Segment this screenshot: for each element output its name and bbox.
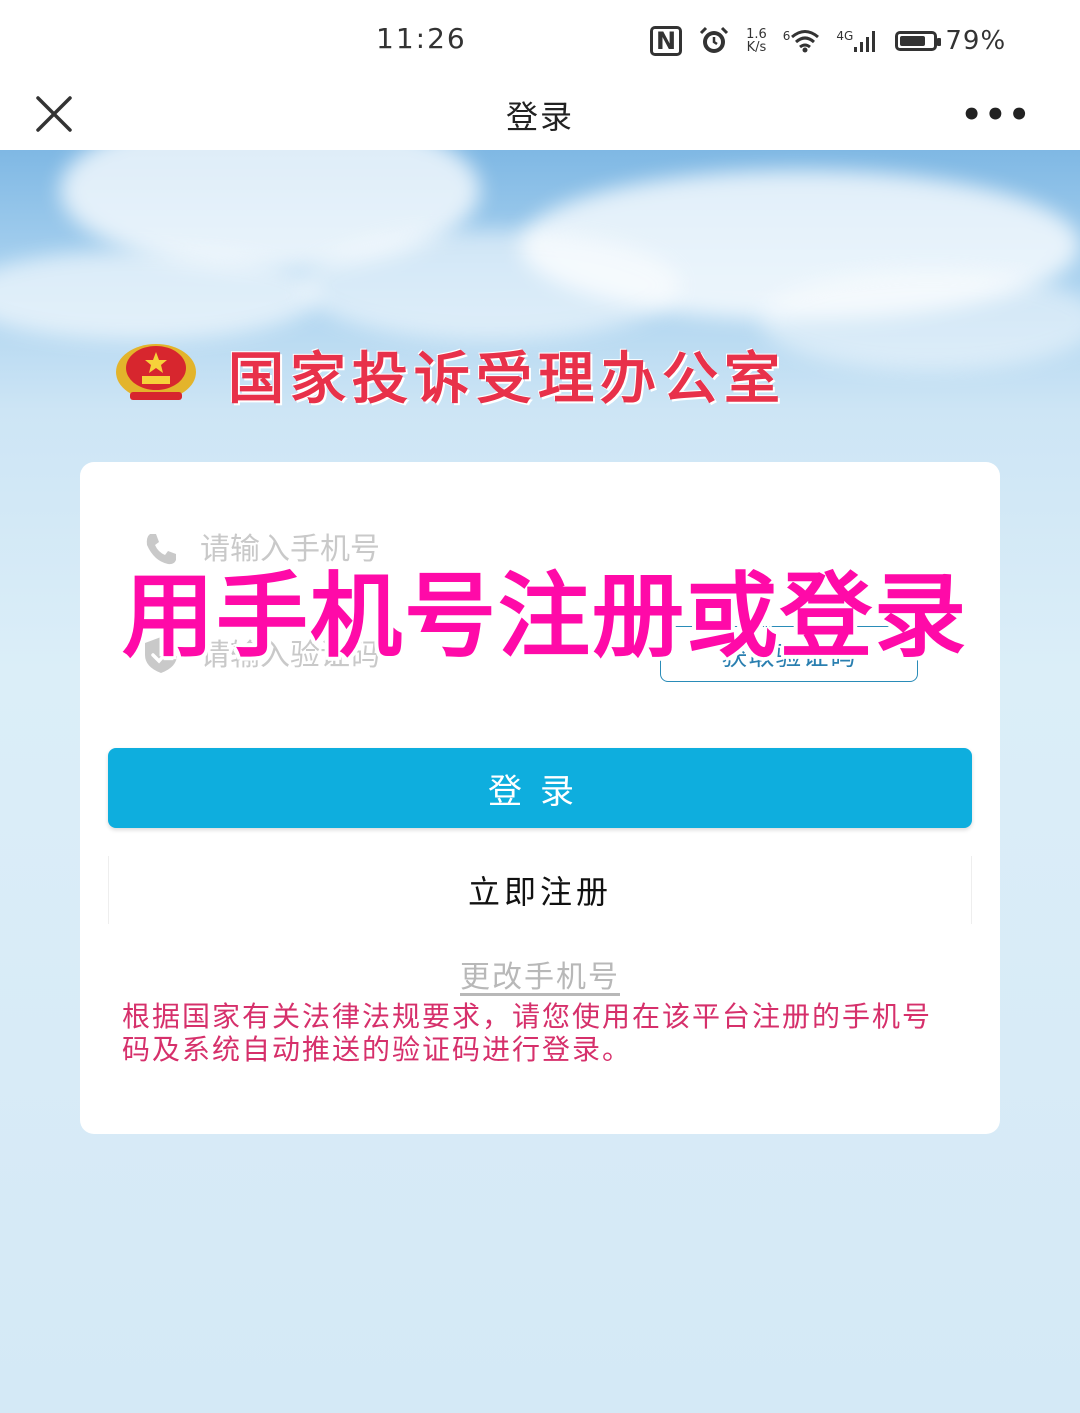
register-button[interactable]: 立即注册: [108, 856, 972, 924]
legal-notice: 根据国家有关法律法规要求，请您使用在该平台注册的手机号码及系统自动推送的验证码进…: [122, 1000, 933, 1066]
cell-status: 4G: [836, 29, 879, 53]
battery-percent: 79%: [945, 26, 1007, 56]
nfc-icon: N: [650, 26, 683, 56]
national-emblem-icon: [116, 344, 196, 400]
login-button[interactable]: 登录: [108, 748, 972, 828]
battery-level-fill: [900, 36, 925, 46]
cloud: [300, 230, 680, 340]
status-bar: 11:26 N 1.6 K/s 6 4G 79%: [0, 0, 1080, 80]
signal-icon: [854, 31, 876, 52]
wifi-badge: 6: [782, 29, 791, 43]
cloud: [0, 250, 320, 340]
wifi-icon: [791, 30, 820, 53]
nav-bar: 登录 •••: [0, 80, 1080, 150]
net-speed-unit: K/s: [746, 40, 767, 55]
alarm-icon: [700, 26, 729, 53]
change-phone-link[interactable]: 更改手机号: [460, 960, 620, 995]
cloud: [760, 270, 1080, 370]
org-title: 国家投诉受理办公室: [228, 347, 786, 412]
battery: 79%: [895, 26, 1006, 56]
status-icons: N 1.6 K/s 6 4G 79%: [650, 24, 1006, 58]
wifi-status: 6: [783, 29, 821, 53]
battery-icon: [895, 31, 942, 51]
status-time: 11:26: [376, 22, 467, 55]
signal-badge: 4G: [836, 29, 854, 43]
net-speed: 1.6 K/s: [746, 28, 767, 54]
change-phone-link-row: 更改手机号: [80, 952, 1000, 996]
overlay-caption: 用手机号注册或登录: [121, 563, 968, 670]
more-options-button[interactable]: •••: [961, 98, 1032, 132]
page-title: 登录: [505, 98, 574, 136]
login-card: 获取验证码 用手机号注册或登录 登录 立即注册 更改手机号 根据国家有关法律法规…: [80, 462, 1000, 1134]
